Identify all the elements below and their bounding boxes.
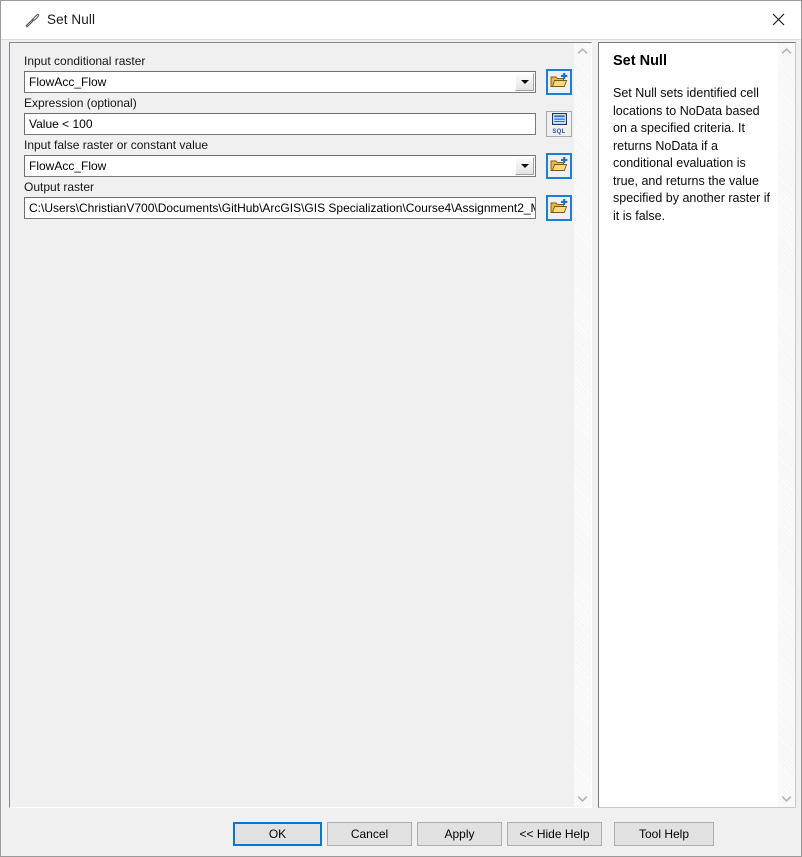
help-scroll-up-button[interactable] [778,43,795,60]
title-bar: Set Null [1,1,801,40]
input-conditional-raster-value: FlowAcc_Flow [29,75,107,89]
sql-button-label: SQL [552,129,566,135]
parameters-vertical-scrollbar[interactable] [574,43,591,807]
output-raster-textbox[interactable]: C:\Users\ChristianV700\Documents\GitHub\… [24,197,536,219]
chevron-up-icon [577,45,588,59]
expression-textbox[interactable]: Value < 100 [24,113,536,135]
browse-input-conditional-raster-button[interactable] [546,69,572,95]
open-folder-plus-icon [550,72,568,92]
input-false-raster-combobox[interactable]: FlowAcc_Flow [24,155,536,177]
set-null-dialog: Set Null Input conditional raster FlowAc… [0,0,802,857]
chevron-down-icon [577,792,588,806]
help-content: Set Null Set Null sets identified cell l… [599,43,778,807]
scroll-down-button[interactable] [574,790,591,807]
dialog-body: Input conditional raster FlowAcc_Flow Ex… [1,39,801,857]
browse-input-false-raster-button[interactable] [546,153,572,179]
output-raster-value: C:\Users\ChristianV700\Documents\GitHub\… [29,201,536,215]
browse-output-raster-button[interactable] [546,195,572,221]
sql-table-icon [551,113,567,128]
dialog-button-bar: OK Cancel Apply << Hide Help Tool Help [9,818,796,852]
close-button[interactable] [755,1,801,38]
chevron-down-icon [781,792,792,806]
help-panel: Set Null Set Null sets identified cell l… [598,42,796,808]
tool-help-button[interactable]: Tool Help [614,822,714,846]
close-icon [772,13,785,26]
hammer-tool-icon [23,11,41,29]
input-conditional-raster-combobox[interactable]: FlowAcc_Flow [24,71,536,93]
scroll-up-button[interactable] [574,43,591,60]
chevron-down-icon[interactable] [515,157,534,175]
label-output-raster: Output raster [24,180,95,194]
apply-button[interactable]: Apply [417,822,502,846]
label-input-conditional-raster: Input conditional raster [24,54,146,68]
cancel-button[interactable]: Cancel [327,822,412,846]
sql-query-builder-button[interactable]: SQL [546,111,572,137]
ok-button[interactable]: OK [233,822,322,846]
help-title: Set Null [613,53,667,69]
open-folder-plus-icon [550,156,568,176]
chevron-down-icon[interactable] [515,73,534,91]
help-scroll-down-button[interactable] [778,790,795,807]
parameters-scroll-content: Input conditional raster FlowAcc_Flow Ex… [10,43,576,807]
hide-help-button[interactable]: << Hide Help [507,822,602,846]
parameters-panel: Input conditional raster FlowAcc_Flow Ex… [9,42,592,808]
help-description: Set Null sets identified cell locations … [613,86,771,223]
label-input-false-raster: Input false raster or constant value [24,138,209,152]
input-false-raster-value: FlowAcc_Flow [29,159,107,173]
label-expression: Expression (optional) [24,96,137,110]
expression-value: Value < 100 [29,117,93,131]
open-folder-plus-icon [550,198,568,218]
help-vertical-scrollbar[interactable] [778,43,795,807]
window-title: Set Null [47,12,96,27]
chevron-up-icon [781,45,792,59]
